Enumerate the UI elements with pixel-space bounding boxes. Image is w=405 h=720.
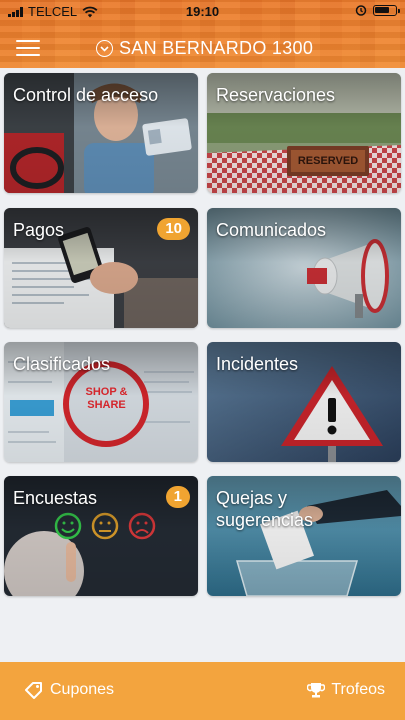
location-selector[interactable]: SAN BERNARDO 1300: [96, 38, 313, 59]
tile-label: Control de acceso: [13, 85, 159, 105]
chevron-down-icon: [96, 40, 113, 57]
alarm-icon: [355, 5, 367, 16]
status-right: [355, 4, 400, 16]
tile-label: Encuestas: [13, 488, 98, 508]
tile-label: Quejas y sugerencias: [216, 488, 314, 530]
tile-label: Pagos: [13, 220, 65, 240]
tile-control-de-acceso[interactable]: Control de acceso: [4, 73, 198, 193]
menu-icon[interactable]: [16, 40, 40, 58]
app-header: TELCEL 19:10 SAN BERNARDO 1300: [0, 0, 405, 68]
tile-reservaciones[interactable]: RESERVED Reservaciones: [207, 73, 401, 193]
tile-comunicados[interactable]: Comunicados: [207, 208, 401, 328]
tile-label: Reservaciones: [216, 85, 336, 105]
tile-incidentes[interactable]: Incidentes: [207, 342, 401, 462]
clock: 19:10: [185, 4, 220, 19]
tile-label: Incidentes: [216, 354, 299, 374]
nav-bar: SAN BERNARDO 1300: [0, 32, 405, 66]
trophy-icon: [307, 683, 326, 698]
cupones-button[interactable]: Cupones: [24, 681, 114, 699]
battery-icon: [373, 4, 400, 16]
bottom-bar: Cupones Trofeos: [0, 662, 405, 720]
tile-clasificados[interactable]: SHOP & SHARE Clasificados: [4, 342, 198, 462]
tile-label: Comunicados: [216, 220, 327, 240]
location-name: SAN BERNARDO 1300: [119, 38, 314, 58]
status-bar: TELCEL 19:10: [0, 4, 405, 20]
tile-label: Clasificados: [13, 354, 111, 374]
tile-pagos[interactable]: Pagos 10: [4, 208, 198, 328]
tile-encuestas[interactable]: Encuestas 1: [4, 476, 198, 596]
tile-quejas-y-sugerencias[interactable]: Quejas y sugerencias: [207, 476, 401, 596]
shop-share-sign: SHOP & SHARE: [85, 386, 128, 411]
notification-badge: 10: [157, 218, 190, 240]
notification-badge: 1: [165, 486, 190, 508]
trofeos-button[interactable]: Trofeos: [307, 681, 385, 699]
reserved-sign: RESERVED: [297, 155, 359, 167]
tag-icon: [25, 682, 42, 699]
cupones-label: Cupones: [50, 681, 115, 698]
trofeos-label: Trofeos: [331, 681, 385, 698]
